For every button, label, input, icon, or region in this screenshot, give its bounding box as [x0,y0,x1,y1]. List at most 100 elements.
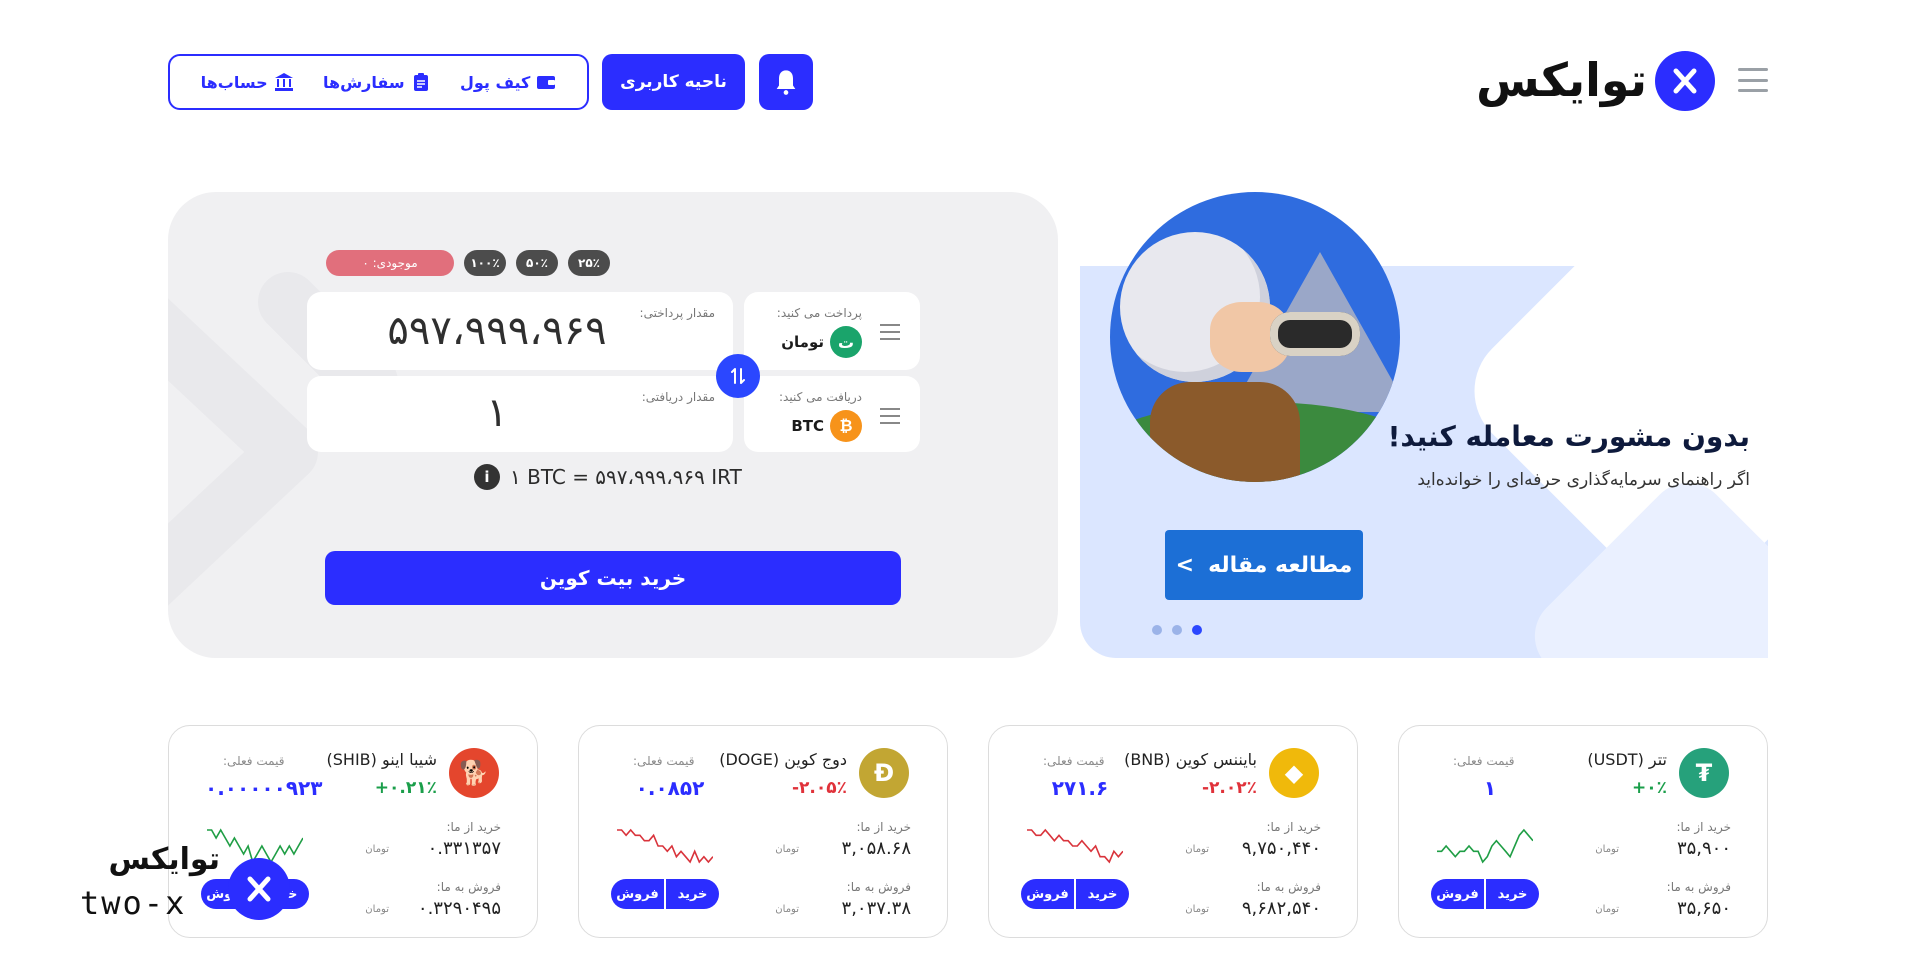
banner-title: بدون مشورت معامله کنید! [1387,420,1750,453]
receive-currency-menu-icon[interactable] [880,408,900,424]
receive-amount-field[interactable]: مقدار دریافتی: ۱ [307,376,733,452]
top-nav: کیف پول سفارش‌ها حساب‌ها [168,54,589,110]
trade-buttons: فروش خرید [611,879,719,909]
sell-price-value: ۳,۰۳۷.۳۸ [841,898,911,919]
coin-change: -۲.۰۵٪ [791,778,847,798]
swap-button[interactable] [716,354,760,398]
current-price-value: ۰.۰۸۵۲ [635,776,705,800]
coin-change: +۰٪ [1632,778,1667,798]
toman-icon: ت [830,326,862,358]
sell-price-label: فروش به ما: [846,880,911,894]
pay-amount-label: مقدار پرداختی: [639,306,715,320]
read-article-label: مطالعه مقاله [1208,552,1353,578]
pay-amount-field[interactable]: مقدار پرداختی: ۵۹۷،۹۹۹،۹۶۹ [307,292,733,370]
nav-wallet[interactable]: کیف پول [460,72,556,92]
buy-price-unit: تومان [775,844,799,855]
user-dashboard-button[interactable]: ناحیه کاربری [602,54,745,110]
swap-arrows-icon [731,368,745,384]
sparkline-path [1027,828,1123,864]
notifications-button[interactable] [759,54,813,110]
pay-currency-menu-icon[interactable] [880,324,900,340]
coin-change: +۰.۲۱٪ [374,778,437,798]
sell-price-unit: تومان [365,904,389,915]
current-price-label: قیمت فعلی: [633,754,695,768]
sell-button[interactable]: فروش [611,879,664,909]
buy-price-label: خرید از ما: [446,820,501,834]
coin-name[interactable]: شیبا اینو (SHIB) [327,750,437,769]
coin-icon: ₮ [1679,748,1729,798]
buy-button[interactable]: خرید [664,879,719,909]
buy-price-value: ۳,۰۵۸.۶۸ [841,838,911,859]
current-price-label: قیمت فعلی: [1043,754,1105,768]
read-article-button[interactable]: مطالعه مقاله > [1165,530,1363,600]
buy-button[interactable]: خرید [1484,879,1539,909]
receive-currency-select[interactable]: دریافت می کنید: ₿ BTC [744,376,920,452]
buy-price-value: ۳۵,۹۰۰ [1676,838,1731,859]
coin-name[interactable]: بایننس کوین (BNB) [1124,750,1257,769]
coin-name[interactable]: تتر (USDT) [1587,750,1667,769]
price-sparkline [617,828,713,864]
coin-card[interactable]: 🐕 شیبا اینو (SHIB) +۰.۲۱٪ قیمت فعلی: ۰.۰… [168,725,538,938]
buy-price-unit: تومان [1185,844,1209,855]
logo-text[interactable]: توایکس [1476,50,1647,110]
nav-orders[interactable]: سفارش‌ها [323,72,431,92]
brand-name-en: two-x [80,884,187,922]
nav-accounts[interactable]: حساب‌ها [201,72,294,92]
pay-currency-select[interactable]: پرداخت می کنید: ت تومان [744,292,920,370]
sell-button[interactable]: فروش [1021,879,1074,909]
trade-buttons: فروش خرید [1431,879,1539,909]
current-price-value: ۲۷۱.۶ [1051,776,1109,800]
brand-logo-icon [228,858,290,920]
buy-button[interactable]: خرید [1074,879,1129,909]
current-price-label: قیمت فعلی: [223,754,285,768]
banner-illustration [1110,192,1400,482]
carousel-dot[interactable] [1172,625,1182,635]
sell-button[interactable]: فروش [1431,879,1484,909]
hamburger-menu-icon[interactable] [1738,66,1768,94]
coin-card[interactable]: ◆ بایننس کوین (BNB) -۲.۰۲٪ قیمت فعلی: ۲۷… [988,725,1358,938]
coin-change: -۲.۰۲٪ [1201,778,1257,798]
carousel-dot-active[interactable] [1192,625,1202,635]
buy-price-unit: تومان [365,844,389,855]
buy-price-value: ۰.۳۳۱۳۵۷ [427,838,501,859]
nav-wallet-label: کیف پول [459,72,531,92]
logo-icon[interactable] [1655,51,1715,111]
receive-currency-name: BTC [791,417,824,435]
percent-row: موجودی: ۰ ۱۰۰٪ ۵۰٪ ۲۵٪ [326,250,610,276]
sell-price-label: فروش به ما: [1256,880,1321,894]
coin-card[interactable]: Ð دوج کوین (DOGE) -۲.۰۵٪ قیمت فعلی: ۰.۰۸… [578,725,948,938]
coin-icon: 🐕 [449,748,499,798]
percent-100-button[interactable]: ۱۰۰٪ [464,250,506,276]
bell-icon [776,70,796,95]
clipboard-icon [413,73,428,91]
sell-price-unit: تومان [1185,904,1209,915]
sell-price-label: فروش به ما: [1666,880,1731,894]
receive-amount-label: مقدار دریافتی: [641,390,715,404]
buy-price-value: ۹,۷۵۰,۴۴۰ [1241,838,1321,859]
buy-price-unit: تومان [1595,844,1619,855]
info-icon[interactable]: i [474,464,500,490]
sell-price-value: ۹,۶۸۲,۵۴۰ [1241,898,1321,919]
price-sparkline [1027,828,1123,864]
brand-name-fa: توایکس [108,842,220,877]
buy-price-label: خرید از ما: [1266,820,1321,834]
bank-icon [274,73,293,91]
chevron-icon: > [1175,552,1195,578]
coin-card[interactable]: ₮ تتر (USDT) +۰٪ قیمت فعلی: ۱ خرید از ما… [1398,725,1768,938]
wallet-icon [537,76,556,89]
pay-amount-value[interactable]: ۵۹۷،۹۹۹،۹۶۹ [347,308,647,354]
percent-50-button[interactable]: ۵۰٪ [516,250,558,276]
pay-currency-label: پرداخت می کنید: [776,306,862,320]
sell-price-unit: تومان [1595,904,1619,915]
receive-amount-value[interactable]: ۱ [347,390,647,436]
carousel-dot[interactable] [1152,625,1162,635]
buy-bitcoin-button[interactable]: خرید بیت کوین [325,551,901,605]
pay-currency-name: تومان [781,333,824,351]
buy-price-label: خرید از ما: [1676,820,1731,834]
price-sparkline [1437,828,1533,864]
sparkline-path [1437,828,1533,864]
percent-25-button[interactable]: ۲۵٪ [568,250,610,276]
sparkline-path [617,828,713,864]
carousel-dots [1152,625,1202,635]
coin-name[interactable]: دوج کوین (DOGE) [719,750,847,769]
